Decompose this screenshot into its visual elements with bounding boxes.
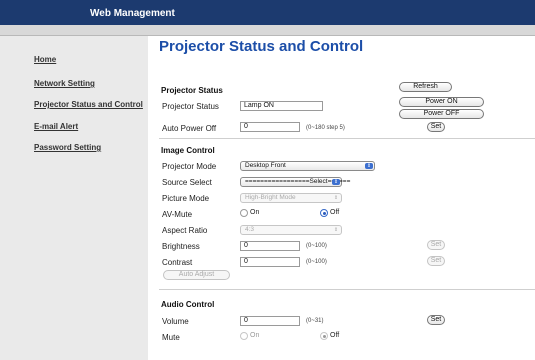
updown-arrow-icon: ⇕ [332,179,340,185]
picture-mode-select[interactable]: High-Bright Mode ⇕ [240,193,342,203]
auto-power-off-input[interactable]: 0 [240,122,300,132]
av-mute-label: AV-Mute [162,210,193,219]
section-divider [159,138,535,139]
av-mute-on-radio[interactable] [240,209,248,217]
mute-label: Mute [162,333,180,342]
sidebar-item-password-setting[interactable]: Password Setting [34,143,101,152]
sub-header-bar [0,25,535,36]
volume-input[interactable]: 0 [240,316,300,326]
auto-power-off-hint: (0~180 step 5) [306,125,345,131]
av-mute-on-label: On [250,209,260,216]
app-title: Web Management [90,8,175,19]
updown-arrow-icon: ⇕ [333,227,339,233]
mute-on-label: On [250,332,260,339]
aspect-ratio-select[interactable]: 4:3 ⇕ [240,225,342,235]
contrast-input[interactable]: 0 [240,257,300,267]
updown-arrow-icon: ⇕ [333,195,339,201]
brightness-input[interactable]: 0 [240,241,300,251]
av-mute-off-label: Off [330,209,340,216]
av-mute-off-radio[interactable] [320,209,328,217]
sidebar: Home Network Setting Projector Status an… [0,36,148,360]
brightness-set-button[interactable]: Set [427,240,445,250]
auto-power-off-label: Auto Power Off [162,124,217,133]
brightness-label: Brightness [162,242,200,251]
main-content: Projector Status and Control Projector S… [148,36,535,360]
sidebar-item-home[interactable]: Home [34,55,56,64]
brightness-hint: (0~100) [306,243,327,249]
projector-status-field: Lamp ON [240,101,323,111]
mute-off-radio[interactable] [320,332,328,340]
auto-power-off-set-button[interactable]: Set [427,122,445,132]
image-control-heading: Image Control [161,146,215,155]
contrast-hint: (0~100) [306,259,327,265]
projector-status-label: Projector Status [162,102,219,111]
contrast-set-button[interactable]: Set [427,256,445,266]
projector-mode-select[interactable]: Desktop Front ⇕ [240,161,375,171]
power-on-button[interactable]: Power ON [399,97,484,107]
refresh-button[interactable]: Refresh [399,82,452,92]
mute-on-radio[interactable] [240,332,248,340]
aspect-ratio-value: 4:3 [245,226,255,233]
top-header-bar: Web Management [0,0,535,25]
mute-off-label: Off [330,332,340,339]
sidebar-item-network-setting[interactable]: Network Setting [34,79,95,88]
picture-mode-label: Picture Mode [162,194,210,203]
power-off-button[interactable]: Power OFF [399,109,484,119]
page-title: Projector Status and Control [159,38,364,55]
section-divider [159,289,535,290]
projector-mode-label: Projector Mode [162,162,217,171]
aspect-ratio-label: Aspect Ratio [162,226,208,235]
volume-hint: (0~31) [306,318,324,324]
contrast-label: Contrast [162,258,193,267]
sidebar-item-projector-status-control[interactable]: Projector Status and Control [34,100,143,109]
projector-status-heading: Projector Status [161,86,223,95]
projector-mode-value: Desktop Front [245,162,286,169]
source-select[interactable]: =================Select====== ⇕ [240,177,350,187]
updown-arrow-icon: ⇕ [365,163,373,169]
sidebar-item-email-alert[interactable]: E-mail Alert [34,122,78,131]
audio-control-heading: Audio Control [161,300,215,309]
source-select-label: Source Select [162,178,212,187]
volume-set-button[interactable]: Set [427,315,445,325]
auto-adjust-button[interactable]: Auto Adjust [163,270,230,280]
picture-mode-value: High-Bright Mode [245,194,296,201]
volume-label: Volume [162,317,189,326]
